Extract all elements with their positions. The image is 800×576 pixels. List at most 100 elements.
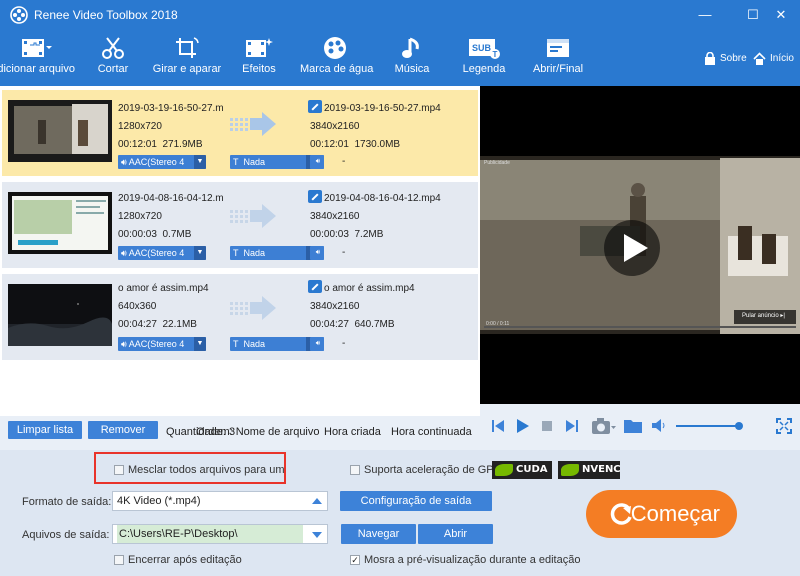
cuda-label: CUDA: [516, 464, 548, 475]
edit-name-icon[interactable]: [308, 280, 322, 293]
output-size: 7.2MB: [354, 229, 384, 240]
output-resolution: 3840x2160: [310, 211, 360, 222]
video-thumbnail: [8, 100, 112, 162]
subtitle-button[interactable]: SUB T Legenda: [460, 30, 508, 86]
output-config-button[interactable]: Configuração de saída: [340, 491, 492, 511]
edit-name-icon[interactable]: [308, 100, 322, 113]
preview-time: 0:00 / 0:11: [486, 321, 510, 327]
browse-button[interactable]: Navegar: [341, 524, 416, 544]
volume-slider[interactable]: [676, 425, 740, 427]
subtitle-value: Nada: [243, 157, 266, 167]
file-row[interactable]: o amor é assim.mp4 640x360 00:04:27 22.1…: [2, 274, 478, 360]
audio-track-dropdown[interactable]: 🔊︎ AAC(Stereo 4 ▼: [118, 246, 206, 260]
start-button[interactable]: Começar: [586, 490, 737, 538]
about-link[interactable]: Sobre: [704, 51, 747, 65]
preview-frame: [480, 86, 800, 404]
cut-button[interactable]: Cortar: [86, 30, 140, 86]
speaker-icon: 🔊︎: [121, 339, 129, 349]
source-size: 0.7MB: [162, 229, 192, 240]
nvenc-badge: NVENC: [558, 461, 621, 479]
cuda-badge: CUDA: [492, 461, 552, 479]
music-button[interactable]: Música: [390, 30, 434, 86]
clear-list-button[interactable]: Limpar lista: [8, 421, 82, 439]
player-controls: [480, 404, 800, 450]
output-size: 640.7MB: [354, 319, 395, 330]
about-label: Sobre: [720, 53, 747, 65]
format-label: Formato de saída:: [22, 496, 112, 508]
output-audio-dropdown[interactable]: 🔊︎: [310, 246, 324, 260]
video-preview[interactable]: Publicidade 0:00 / 0:11 Pular anúncio ▸|: [480, 86, 800, 404]
subtitle-dropdown[interactable]: T Nada▼: [230, 155, 318, 169]
toolbar-label: Girar e aparar: [152, 63, 222, 75]
skip-ad-button[interactable]: Pular anúncio ▸|: [742, 312, 785, 319]
nvidia-icon: [495, 464, 513, 476]
output-resolution: 3840x2160: [310, 121, 360, 132]
show-preview-checkbox[interactable]: ✓: [350, 555, 360, 565]
audio-track-dropdown[interactable]: 🔊︎ AAC(Stereo 4 ▼: [118, 155, 206, 169]
file-row[interactable]: 2019-03-19-16-50-27.m 1280x720 00:12:01 …: [2, 90, 478, 176]
remove-button[interactable]: Remover: [88, 421, 158, 439]
stop-icon[interactable]: [542, 421, 552, 431]
watermark-button[interactable]: Marca de água: [300, 30, 373, 86]
next-icon[interactable]: [566, 419, 578, 433]
video-thumbnail: [8, 192, 112, 254]
ad-tag: Publicidade: [484, 160, 510, 166]
format-select[interactable]: 4K Video (*.mp4): [112, 491, 328, 511]
source-duration: 00:00:03: [118, 229, 157, 240]
sort-by-continued[interactable]: Hora continuada: [391, 426, 472, 438]
output-folder-value: C:\Users\RE-P\Desktop\: [117, 525, 303, 543]
convert-arrow-icon: [230, 112, 276, 136]
home-link[interactable]: Início: [753, 52, 794, 65]
app-logo-icon: [10, 6, 28, 24]
rotate-crop-button[interactable]: Girar e aparar: [152, 30, 222, 86]
play-icon[interactable]: [516, 418, 530, 434]
close-button[interactable]: ✕: [770, 5, 792, 25]
chevron-down-icon: ▼: [194, 155, 206, 169]
subtitle-value: Nada: [243, 248, 266, 258]
snapshot-camera-icon[interactable]: [592, 417, 616, 435]
subtitle-dropdown[interactable]: T Nada▼: [230, 246, 318, 260]
svg-text:T: T: [493, 50, 498, 59]
toolbar-label: Efeitos: [242, 63, 276, 75]
format-value: 4K Video (*.mp4): [117, 495, 201, 507]
maximize-button[interactable]: ☐: [742, 5, 764, 25]
open-folder-button[interactable]: Abrir: [418, 524, 493, 544]
home-icon: [753, 52, 766, 65]
audio-track-value: AAC(Stereo 4: [128, 248, 185, 258]
output-info: o amor é assim.mp4 3840x2160 00:04:27 64…: [308, 280, 415, 334]
output-duration: 00:12:01: [310, 139, 349, 150]
sort-by-name[interactable]: Ordem: Nome de arquivo: [196, 426, 320, 438]
effects-button[interactable]: Efeitos: [236, 30, 282, 86]
close-after-checkbox[interactable]: [114, 555, 124, 565]
file-list: 2019-03-19-16-50-27.m 1280x720 00:12:01 …: [0, 86, 480, 416]
close-after-label: Encerrar após editação: [128, 554, 242, 566]
subtitle-dropdown[interactable]: T Nada▼: [230, 337, 318, 351]
edit-name-icon[interactable]: [308, 190, 322, 203]
source-duration: 00:12:01: [118, 139, 157, 150]
source-info: 2019-03-19-16-50-27.m 1280x720 00:12:01 …: [118, 100, 224, 154]
fullscreen-icon[interactable]: [776, 418, 792, 434]
speaker-icon: 🔊︎: [121, 157, 129, 167]
add-file-button[interactable]: Adicionar arquivo: [0, 30, 75, 86]
output-info: 2019-04-08-16-04-12.mp4 3840x2160 00:00:…: [308, 190, 441, 244]
sort-by-created[interactable]: Hora criada: [324, 426, 381, 438]
output-audio-dropdown[interactable]: 🔊︎: [310, 337, 324, 351]
toolbar-label: Cortar: [97, 63, 129, 75]
gpu-checkbox[interactable]: [350, 465, 360, 475]
volume-icon[interactable]: [652, 419, 666, 432]
video-thumbnail: [8, 284, 112, 346]
audio-track-value: AAC(Stereo 4: [128, 339, 185, 349]
minimize-button[interactable]: —: [694, 5, 716, 25]
audio-track-dropdown[interactable]: 🔊︎ AAC(Stereo 4 ▼: [118, 337, 206, 351]
previous-icon[interactable]: [492, 419, 504, 433]
toolbar-label: Música: [394, 63, 430, 75]
show-preview-label: Mosra a pré-visualização durante a edita…: [364, 554, 581, 566]
output-filename: 2019-03-19-16-50-27.mp4: [324, 103, 441, 114]
file-row[interactable]: 2019-04-08-16-04-12.m 1280x720 00:00:03 …: [2, 182, 478, 268]
source-filename: o amor é assim.mp4: [118, 283, 209, 294]
output-audio-dropdown[interactable]: 🔊︎: [310, 155, 324, 169]
folder-icon[interactable]: [624, 418, 642, 433]
output-folder-select[interactable]: C:\Users\RE-P\Desktop\: [112, 524, 328, 544]
volume-handle[interactable]: [735, 422, 743, 430]
intro-outro-button[interactable]: Abrir/Final: [530, 30, 586, 86]
